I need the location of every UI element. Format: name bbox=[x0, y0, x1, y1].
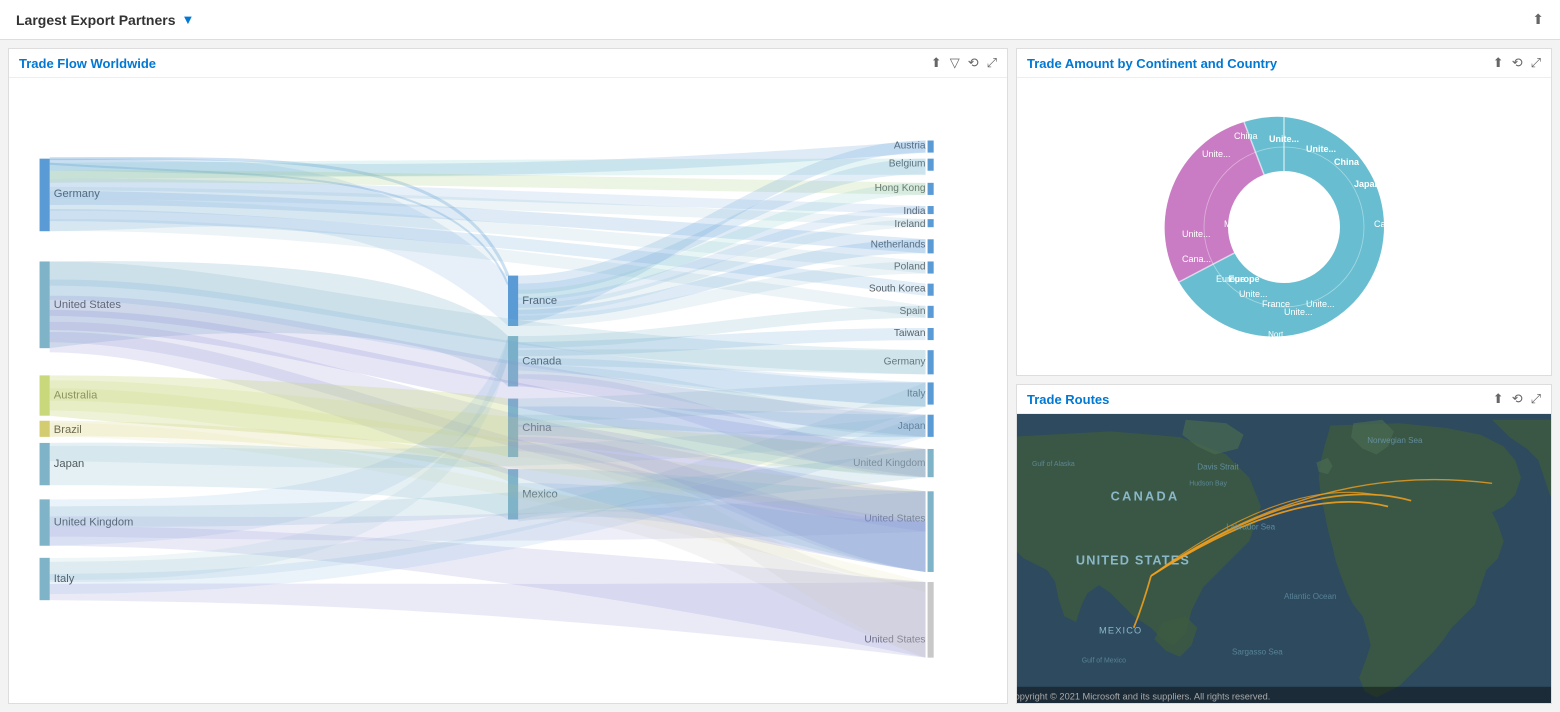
map-view: CANADA UNITED STATES MEXICO bbox=[1017, 414, 1551, 703]
svg-text:Gulf of Alaska: Gulf of Alaska bbox=[1032, 461, 1075, 468]
sankey-chart: Austria Belgium Hong Kong India Ireland … bbox=[9, 78, 1007, 703]
main-layout: Trade Flow Worldwide ⬆ ▽ ⟲ ⤢ Austria Bel… bbox=[0, 40, 1560, 712]
svg-text:CANADA: CANADA bbox=[1111, 489, 1180, 504]
svg-text:Unite...: Unite... bbox=[1378, 284, 1407, 294]
svg-text:Labrador Sea: Labrador Sea bbox=[1226, 523, 1275, 532]
svg-text:Unite...: Unite... bbox=[1182, 229, 1211, 239]
svg-text:Gulf of Mexico: Gulf of Mexico bbox=[1082, 658, 1126, 665]
donut-chart: Unite... China Japan Unite... Unite... C… bbox=[1017, 78, 1551, 375]
svg-text:Japan Unite...: Japan Unite... bbox=[1354, 179, 1413, 189]
trade-routes-panel: Trade Routes ⬆ ⟲ ⤢ bbox=[1016, 384, 1552, 704]
svg-text:Europe: Europe bbox=[1228, 274, 1259, 284]
trade-routes-header: Trade Routes ⬆ ⟲ ⤢ bbox=[1017, 385, 1551, 414]
reset-icon-2[interactable]: ⟲ bbox=[1512, 55, 1523, 71]
export-icon-header[interactable]: ⬆ bbox=[1532, 11, 1544, 28]
svg-text:Nort...: Nort... bbox=[1259, 347, 1284, 357]
svg-text:Nort...: Nort... bbox=[1268, 330, 1290, 339]
svg-text:MEXICO: MEXICO bbox=[1099, 626, 1142, 636]
svg-text:Unite...: Unite... bbox=[1202, 149, 1231, 159]
svg-text:Atlantic Ocean: Atlantic Ocean bbox=[1284, 592, 1337, 601]
trade-routes-icons: ⬆ ⟲ ⤢ bbox=[1493, 391, 1541, 407]
svg-text:⊕ bing Copyright © 2021 Micro: ⊕ bing Copyright © 2021 Microsoft and it… bbox=[1017, 692, 1270, 702]
upload-icon-3[interactable]: ⬆ bbox=[1493, 391, 1504, 407]
trade-routes-title: Trade Routes bbox=[1027, 392, 1109, 407]
expand-icon[interactable]: ⤢ bbox=[987, 55, 997, 71]
filter-icon[interactable]: ▽ bbox=[950, 55, 960, 71]
trade-flow-title: Trade Flow Worldwide bbox=[19, 56, 156, 71]
svg-text:Japan: Japan bbox=[1338, 325, 1363, 335]
svg-text:Ger...: Ger... bbox=[1362, 307, 1384, 317]
trade-amount-panel: Trade Amount by Continent and Country ⬆ … bbox=[1016, 48, 1552, 376]
svg-text:China: China bbox=[1334, 157, 1360, 167]
svg-text:Sargasso Sea: Sargasso Sea bbox=[1232, 647, 1283, 656]
svg-text:Davis Strait: Davis Strait bbox=[1197, 462, 1239, 471]
trade-amount-icons: ⬆ ⟲ ⤢ bbox=[1493, 55, 1541, 71]
svg-text:Unite...: Unite... bbox=[1306, 144, 1336, 154]
svg-text:Hudson Bay: Hudson Bay bbox=[1189, 481, 1227, 488]
trade-flow-header: Trade Flow Worldwide ⬆ ▽ ⟲ ⤢ bbox=[9, 49, 1007, 78]
right-panel: Trade Amount by Continent and Country ⬆ … bbox=[1016, 48, 1552, 704]
upload-icon-2[interactable]: ⬆ bbox=[1493, 55, 1504, 71]
reset-icon-3[interactable]: ⟲ bbox=[1512, 391, 1523, 407]
svg-text:Unite...: Unite... bbox=[1239, 289, 1268, 299]
expand-icon-3[interactable]: ⤢ bbox=[1531, 391, 1541, 407]
expand-icon-2[interactable]: ⤢ bbox=[1531, 55, 1541, 71]
app-title: Largest Export Partners ▼ bbox=[16, 12, 194, 28]
trade-amount-header: Trade Amount by Continent and Country ⬆ … bbox=[1017, 49, 1551, 78]
svg-text:Unite...: Unite... bbox=[1306, 299, 1335, 309]
upload-icon[interactable]: ⬆ bbox=[931, 55, 942, 71]
svg-text:Cana...: Cana... bbox=[1192, 337, 1221, 347]
trade-flow-panel: Trade Flow Worldwide ⬆ ▽ ⟲ ⤢ Austria Bel… bbox=[8, 48, 1008, 704]
svg-text:China: China bbox=[1310, 337, 1334, 347]
svg-text:Mexico: Mexico bbox=[1224, 347, 1253, 357]
svg-text:Cana...: Cana... bbox=[1182, 254, 1211, 264]
svg-text:Norwegian Sea: Norwegian Sea bbox=[1367, 436, 1423, 445]
svg-text:China: China bbox=[1234, 131, 1258, 141]
reset-icon[interactable]: ⟲ bbox=[968, 55, 979, 71]
svg-text:Unite...: Unite... bbox=[1386, 259, 1415, 269]
filter-icon[interactable]: ▼ bbox=[182, 12, 195, 27]
trade-flow-icons: ⬆ ▽ ⟲ ⤢ bbox=[931, 55, 997, 71]
app-header: Largest Export Partners ▼ ⬆ bbox=[0, 0, 1560, 40]
trade-amount-title: Trade Amount by Continent and Country bbox=[1027, 56, 1277, 71]
app-title-text: Largest Export Partners bbox=[16, 12, 176, 28]
svg-text:Cana...: Cana... bbox=[1374, 219, 1403, 229]
